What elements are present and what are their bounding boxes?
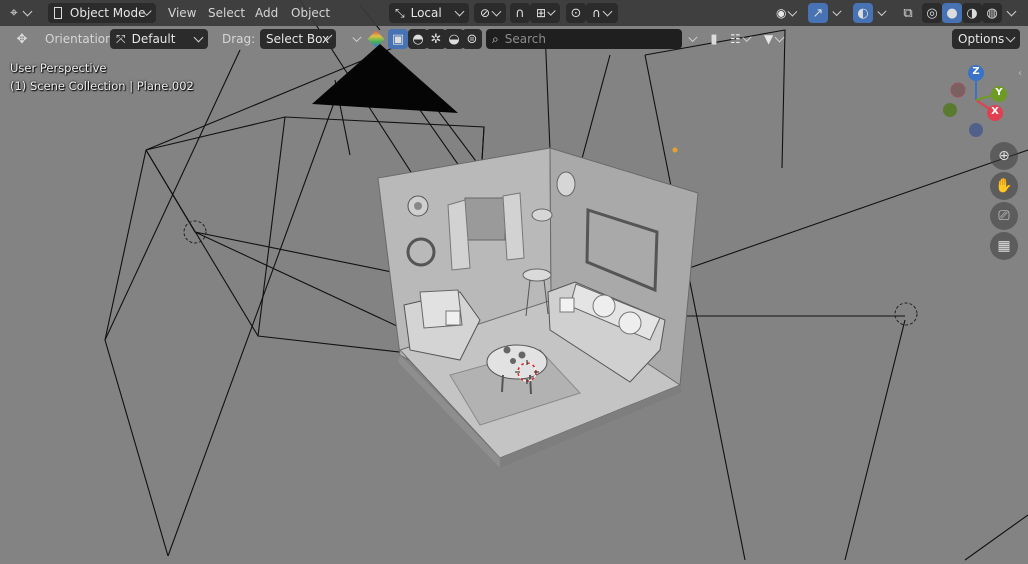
solid-shading-icon[interactable]: ● xyxy=(942,3,962,23)
eye-icon: ◉ xyxy=(776,6,787,20)
x-axis-label: X xyxy=(991,106,999,117)
gizmo-dropdown[interactable] xyxy=(828,3,846,23)
xray-icon[interactable]: ⧉ xyxy=(898,3,918,23)
gizmo-toggle-icon[interactable]: ↗ xyxy=(808,3,828,23)
options-label: Options xyxy=(958,32,1005,46)
overlays-toggle-icon[interactable]: ◐ xyxy=(853,3,873,23)
texture-filter-icon[interactable]: ✲ xyxy=(426,29,446,49)
pivot-label: Local xyxy=(410,6,442,20)
bookmark-icon[interactable]: ▮ xyxy=(704,29,724,49)
search-placeholder: Search xyxy=(504,32,546,46)
menu-add[interactable]: Add xyxy=(255,3,278,23)
collapse-dropdown[interactable] xyxy=(348,29,366,49)
orientation-dropdown[interactable]: ⤧ Default xyxy=(110,29,208,49)
mode-dropdown[interactable]: Object Mode xyxy=(48,3,156,23)
perspective-grid-icon[interactable]: ▦ xyxy=(990,232,1018,260)
z-axis-label: Z xyxy=(972,66,980,77)
menu-object[interactable]: Object xyxy=(291,3,330,23)
magnet-icon[interactable]: ∩ xyxy=(510,3,530,23)
drag-value: Select Box xyxy=(266,32,330,46)
filter-icon: ▼ xyxy=(764,32,774,46)
list-icon: ☷ xyxy=(730,32,741,46)
orientation-value: Default xyxy=(131,32,176,46)
sidebar-toggle-icon[interactable]: ‹ xyxy=(1018,68,1028,82)
collection-info: (1) Scene Collection | Plane.002 xyxy=(10,79,194,93)
spotlight-cone xyxy=(312,44,458,113)
y-axis-label: Y xyxy=(995,87,1003,98)
falloff-icon[interactable]: ∩ xyxy=(586,3,618,23)
color-palette-icon[interactable] xyxy=(366,29,386,49)
neg-y-handle[interactable] xyxy=(943,103,957,117)
orientation-icon: ⤧ xyxy=(116,31,126,46)
filter-dropdown[interactable]: ▼ xyxy=(758,29,790,49)
select-mode-icon[interactable]: ▣ xyxy=(388,29,408,49)
neg-z-handle[interactable] xyxy=(969,123,983,137)
origin-dot xyxy=(672,147,678,153)
mode-label: Object Mode xyxy=(69,6,146,20)
search-input[interactable]: ⌕ Search xyxy=(486,29,682,49)
transform-orientation-dropdown[interactable]: ⤡ Local xyxy=(389,3,469,23)
search-icon: ⌕ xyxy=(492,31,499,46)
viewport-header: ⌖ Object Mode View Select Add Object ⤡ L… xyxy=(0,0,1028,26)
rendered-shading-icon[interactable]: ◍ xyxy=(982,3,1002,23)
pivot-point-icon: ⊘ xyxy=(480,6,491,20)
scene-filter-icon[interactable]: ⊜ xyxy=(462,29,482,49)
camera-view-icon[interactable]: ⎚ xyxy=(990,202,1018,230)
proportional-edit-icon[interactable]: ⊙ xyxy=(566,3,586,23)
neg-x-handle[interactable] xyxy=(950,82,966,98)
material-filter-icon[interactable]: ◓ xyxy=(408,29,428,49)
snap-grid-icon: ⊞ xyxy=(536,6,547,20)
search-options-dropdown[interactable] xyxy=(684,29,702,49)
options-dropdown[interactable]: Options xyxy=(952,29,1020,49)
pan-hand-icon[interactable]: ✋ xyxy=(990,172,1018,200)
menu-select[interactable]: Select xyxy=(208,3,245,23)
snap-dropdown[interactable]: ⊞ xyxy=(530,3,560,23)
move-tool-icon[interactable]: ✥ xyxy=(12,29,32,49)
light-icon-right[interactable] xyxy=(894,302,918,326)
pivot-point-dropdown[interactable]: ⊘ xyxy=(474,3,506,23)
tool-settings-header: ✥ Orientation: ⤧ Default Drag: Select Bo… xyxy=(0,26,1028,52)
shading-dropdown[interactable] xyxy=(1002,3,1022,23)
orientation-label: Orientation: xyxy=(45,32,117,46)
world-filter-icon[interactable]: ◒ xyxy=(444,29,464,49)
wireframe-shading-icon[interactable]: ◎ xyxy=(922,3,942,23)
drag-label: Drag: xyxy=(222,32,256,46)
zoom-icon[interactable]: ⊕ xyxy=(990,142,1018,170)
visibility-dropdown[interactable]: ◉ xyxy=(770,3,802,23)
object-mode-icon xyxy=(54,7,62,19)
display-mode-dropdown[interactable]: ☷ xyxy=(724,29,756,49)
axes-icon: ⌖ xyxy=(10,5,18,21)
drag-dropdown[interactable]: Select Box xyxy=(260,29,336,49)
editor-type-button[interactable]: ⌖ xyxy=(4,3,42,23)
overlays-dropdown[interactable] xyxy=(873,3,891,23)
perspective-label: User Perspective xyxy=(10,61,107,75)
3d-viewport[interactable]: ⌖ Object Mode View Select Add Object ⤡ L… xyxy=(0,0,1028,564)
room-model[interactable] xyxy=(377,147,699,468)
menu-view[interactable]: View xyxy=(168,3,196,23)
material-shading-icon[interactable]: ◑ xyxy=(962,3,982,23)
pivot-icon: ⤡ xyxy=(395,5,405,20)
